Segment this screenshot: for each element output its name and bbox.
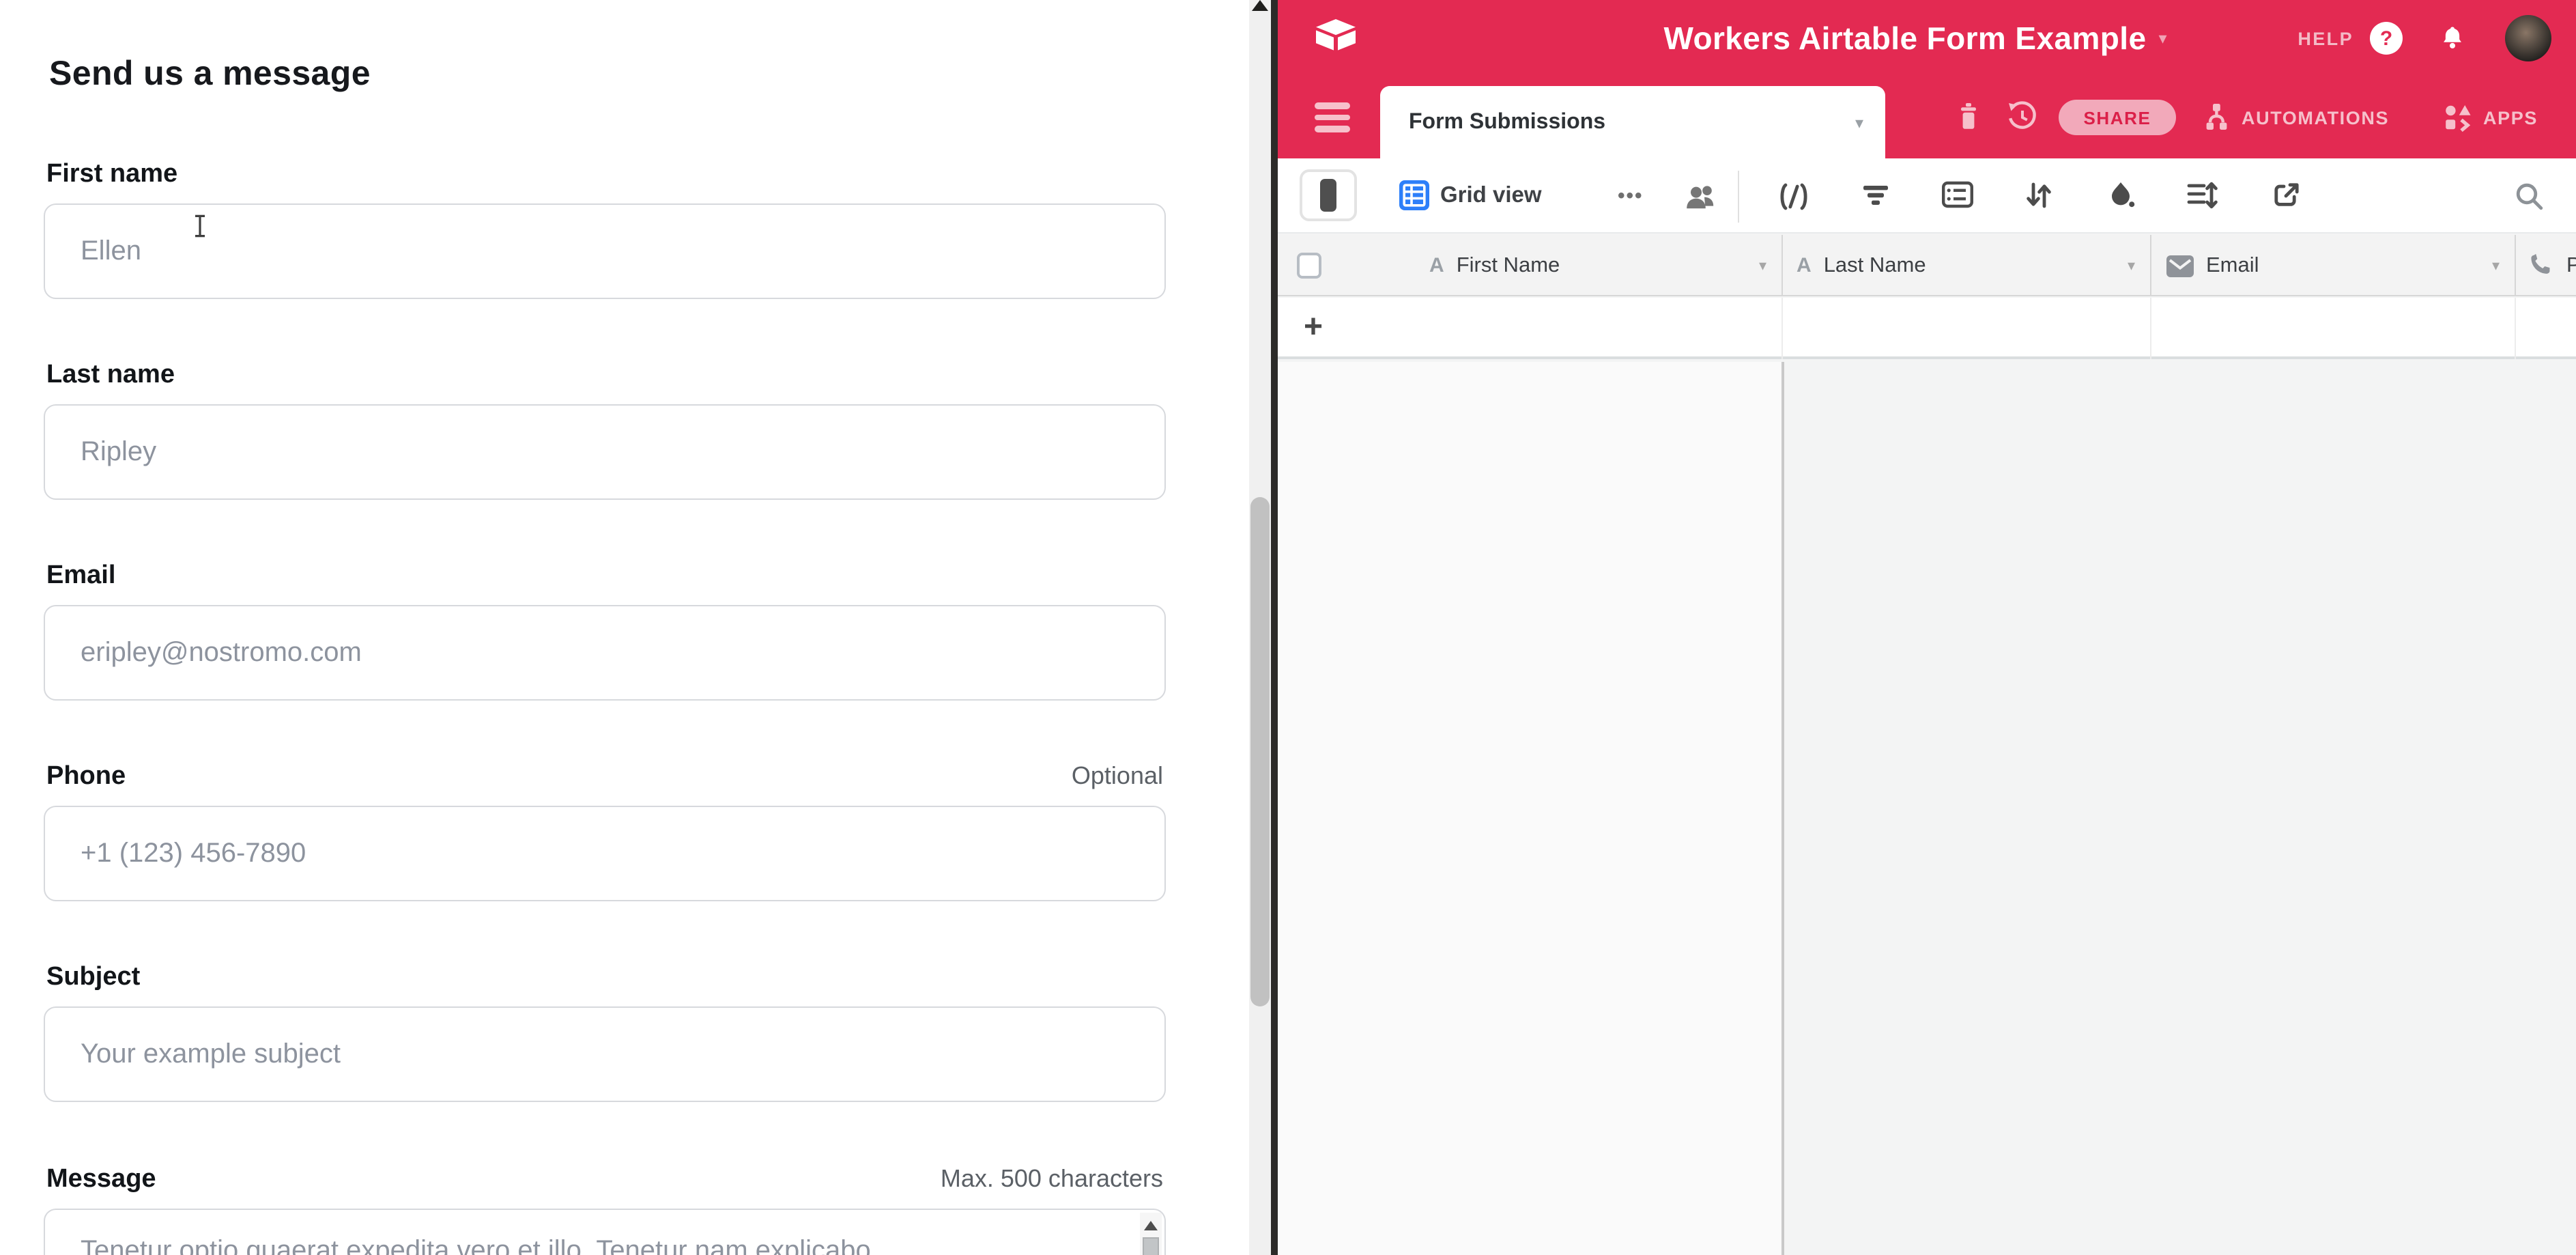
first-name-input[interactable] <box>44 203 1166 299</box>
view-toolbar: Grid view ••• <box>1278 158 2576 234</box>
grid-view-icon <box>1399 180 1429 217</box>
add-record-row[interactable]: + <box>1278 298 2576 359</box>
email-input[interactable] <box>44 605 1166 701</box>
message-text: Tenetur optio quaerat expedita vero et i… <box>81 1233 1110 1255</box>
page-scrollbar-thumb[interactable] <box>1250 497 1270 1006</box>
chevron-down-icon[interactable]: ▾ <box>1759 257 1766 274</box>
phone-optional-hint: Optional <box>1072 762 1163 791</box>
contact-form-window: Send us a message First name Last name E… <box>0 0 1271 1255</box>
toolbar-divider <box>1738 171 1739 223</box>
column-header-first-name[interactable]: A First Name ▾ <box>1278 235 1781 296</box>
subject-field: Subject <box>44 963 1166 1102</box>
table-tab-form-submissions[interactable]: Form Submissions ▾ <box>1380 86 1885 158</box>
airtable-titlebar: Workers Airtable Form Example ▾ HELP ? <box>1278 0 2576 76</box>
history-icon[interactable] <box>2005 100 2040 141</box>
apps-icon <box>2442 102 2474 133</box>
airtable-tab-bar: Form Submissions ▾ SHARE <box>1278 76 2576 158</box>
help-question-icon[interactable]: ? <box>2370 22 2403 55</box>
last-name-field: Last name <box>44 361 1166 500</box>
user-avatar[interactable] <box>2505 15 2551 61</box>
column-divider <box>2150 298 2151 359</box>
phone-field: Phone Optional <box>44 762 1166 901</box>
apps-label: APPS <box>2483 107 2538 128</box>
chevron-down-icon: ▾ <box>2158 30 2166 46</box>
help-button[interactable]: HELP <box>2298 0 2353 76</box>
column-header-email[interactable]: Email ▾ <box>2150 235 2515 296</box>
textarea-scrollbar[interactable] <box>1140 1213 1162 1255</box>
message-label: Message <box>46 1165 156 1195</box>
sort-icon[interactable] <box>2024 180 2053 217</box>
airtable-logo-icon[interactable] <box>1313 18 1358 64</box>
sidebar-menu-icon[interactable] <box>1315 102 1350 137</box>
subject-input[interactable] <box>44 1006 1166 1102</box>
grid-header-row: A First Name ▾ A Last Name ▾ Email ▾ <box>1278 235 2576 296</box>
collaborators-icon[interactable] <box>1683 183 1719 218</box>
message-field: Message Max. 500 characters Tenetur opti… <box>44 1165 1166 1255</box>
column-divider <box>1781 362 1784 1255</box>
column-divider <box>2515 298 2516 359</box>
airtable-window: Workers Airtable Form Example ▾ HELP ? F… <box>1278 0 2576 1255</box>
first-column-background <box>1278 362 1781 1255</box>
window-gap <box>1271 0 1278 1255</box>
color-icon[interactable] <box>2106 180 2136 217</box>
email-envelope-icon <box>2166 255 2194 277</box>
column-divider <box>1781 298 1783 359</box>
sidebar-toggle-icon <box>1320 179 1336 212</box>
phone-label: Phone <box>46 762 126 792</box>
group-icon[interactable] <box>1941 180 1974 216</box>
automations-label: AUTOMATIONS <box>2242 107 2389 128</box>
apps-button[interactable]: APPS <box>2442 76 2538 158</box>
column-header-phone[interactable]: Phone <box>2515 235 2576 296</box>
chevron-down-icon[interactable]: ▾ <box>2128 257 2135 274</box>
message-textarea[interactable]: Tenetur optio quaerat expedita vero et i… <box>44 1209 1166 1255</box>
share-button[interactable]: SHARE <box>2059 100 2176 135</box>
screen: Send us a message First name Last name E… <box>0 0 2576 1255</box>
ibeam-mouse-cursor <box>192 214 207 244</box>
filter-icon[interactable] <box>1861 180 1891 217</box>
phone-input[interactable] <box>44 806 1166 901</box>
view-sidebar-toggle-button[interactable] <box>1300 169 1357 221</box>
single-line-text-icon: A <box>1429 254 1444 277</box>
notifications-bell-icon[interactable] <box>2438 22 2467 61</box>
last-name-input[interactable] <box>44 404 1166 500</box>
row-height-icon[interactable] <box>2186 180 2218 217</box>
subject-label: Subject <box>46 963 140 993</box>
textarea-scroll-thumb[interactable] <box>1143 1237 1159 1255</box>
automations-icon <box>2201 102 2232 132</box>
chevron-down-icon: ▾ <box>1855 114 1863 130</box>
message-maxchars-hint: Max. 500 characters <box>941 1165 1163 1194</box>
trash-icon[interactable] <box>1954 100 1984 139</box>
automations-button[interactable]: AUTOMATIONS <box>2201 76 2389 158</box>
view-name-button[interactable]: Grid view <box>1440 158 1542 234</box>
chevron-down-icon[interactable]: ▾ <box>2492 257 2500 274</box>
email-field: Email <box>44 561 1166 701</box>
scroll-up-arrow-icon[interactable] <box>1144 1221 1158 1230</box>
table-tab-label: Form Submissions <box>1409 110 1605 135</box>
base-title-menu[interactable]: Workers Airtable Form Example ▾ <box>1663 0 2166 76</box>
add-record-plus-icon[interactable]: + <box>1304 309 1323 347</box>
hide-fields-icon[interactable] <box>1777 180 1810 220</box>
column-header-last-name[interactable]: A Last Name ▾ <box>1781 235 2150 296</box>
page-scrollbar[interactable] <box>1249 0 1271 1255</box>
phone-icon <box>2528 253 2554 279</box>
grid-empty-area <box>1278 362 2576 1255</box>
base-title: Workers Airtable Form Example <box>1663 20 2146 57</box>
share-view-icon[interactable] <box>2272 180 2302 217</box>
first-name-field: First name <box>44 160 1166 299</box>
search-icon[interactable] <box>2513 180 2546 220</box>
form-title: Send us a message <box>49 55 371 94</box>
view-options-dots-icon[interactable]: ••• <box>1618 158 1644 234</box>
single-line-text-icon: A <box>1797 254 1812 277</box>
last-name-label: Last name <box>46 361 175 391</box>
email-label: Email <box>46 561 115 591</box>
first-name-label: First name <box>46 160 177 190</box>
scrollbar-top-arrow-icon[interactable] <box>1252 0 1268 11</box>
